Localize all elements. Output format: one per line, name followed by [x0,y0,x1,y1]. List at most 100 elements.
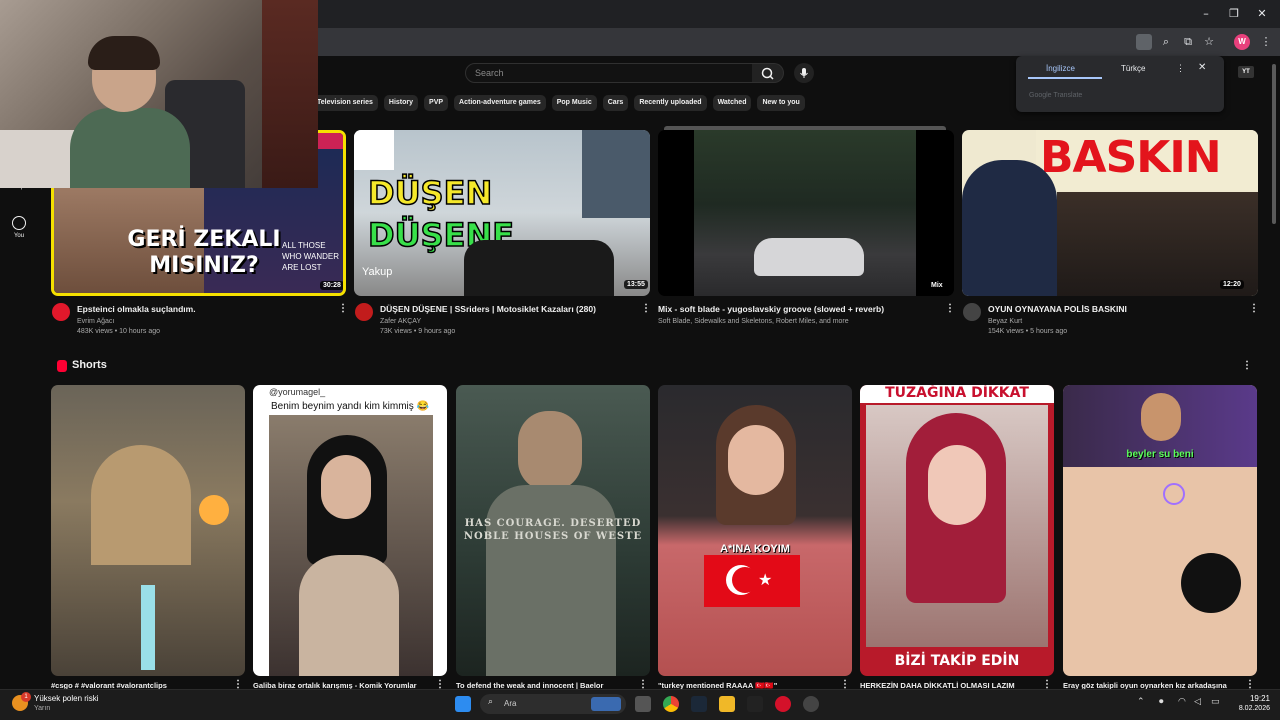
translate-close-icon[interactable]: ✕ [1198,62,1206,73]
face-shape [1141,393,1181,441]
search-button[interactable] [752,63,784,83]
chip-recently-uploaded[interactable]: Recently uploaded [634,95,707,111]
webcam-overlay [0,0,318,188]
eye-tracking-cursor [1163,483,1185,505]
tray-mic-icon[interactable]: ⏺ [1159,697,1164,707]
chip-new-to-you[interactable]: New to you [757,95,805,111]
police-officer [962,160,1057,296]
video-menu-icon[interactable]: ⋮ [641,303,651,314]
turkish-flag: ★ [704,555,800,607]
weather-title[interactable]: Yüksek polen riski [34,694,98,703]
short-thumbnail[interactable]: beyler su beni [1063,385,1257,676]
browser-menu-icon[interactable]: ⋮ [1258,34,1274,50]
scrollbar-thumb[interactable] [1272,64,1276,224]
chip-watched[interactable]: Watched [712,95,752,111]
channel-avatar[interactable] [963,303,981,321]
search-input[interactable]: Search [465,63,753,83]
video-menu-icon[interactable]: ⋮ [945,303,955,314]
clock-time[interactable]: 19:21 [1236,694,1270,703]
task-view-icon[interactable] [635,696,651,712]
clock-date[interactable]: 8.02.2026 [1228,705,1270,712]
short-thumbnail[interactable]: TUZAĞINA DİKKAT BİZİ TAKİP EDİN [860,385,1054,676]
channel-avatar[interactable] [52,303,70,321]
video-meta: 483K views • 10 hours ago [77,328,161,335]
short-thumbnail[interactable]: A*INA KOYIM ★ [658,385,852,676]
video-title[interactable]: DÜŞEN DÜŞENE | SSriders | Motosiklet Kaz… [380,304,596,314]
close-window-icon[interactable]: ✕ [1254,6,1270,22]
face-shape [518,411,582,491]
thumbnail-subtext: ALL THOSE WHO WANDER ARE LOST [282,241,340,272]
voice-search-button[interactable] [794,63,814,83]
channel-name[interactable]: Beyaz Kurt [988,318,1022,325]
video-thumbnail[interactable]: BASKIN 12:20 [962,130,1258,296]
thumbnail-headline-1: DÜŞEN [367,173,493,213]
translate-target-language-tab[interactable]: Türkçe [1121,64,1145,73]
video-menu-icon[interactable]: ⋮ [1249,303,1259,314]
chip-pop-music[interactable]: Pop Music [551,95,597,111]
person-shirt [70,108,190,188]
discord-icon[interactable] [803,696,819,712]
chip-history[interactable]: History [383,95,419,111]
app-icon[interactable] [747,696,763,712]
short-overlay-text: HAS COURAGE. DESERTED NOBLE HOUSES OF WE… [463,518,643,542]
chip-cars[interactable]: Cars [602,95,629,111]
opera-icon[interactable] [775,696,791,712]
maximize-icon[interactable]: ❐ [1226,6,1242,22]
chip-action-adventure[interactable]: Action-adventure games [454,95,546,111]
channel-name[interactable]: Zafer AKÇAY [380,318,421,325]
door [262,0,318,188]
translate-icon[interactable] [1136,34,1152,50]
motorcycle-dash [464,240,614,296]
video-title[interactable]: Mix - soft blade - yugoslavskiy groove (… [658,304,884,314]
archway [91,445,191,565]
video-title[interactable]: Epsteinci olmakla suçlandım. [77,304,196,314]
video-thumbnail[interactable]: Mix [658,130,954,296]
face-shape [728,425,784,495]
weather-badge: 1 [21,692,31,702]
muzzle-flash [199,495,229,525]
shorts-menu-icon[interactable]: ⋮ [1242,360,1252,371]
start-menu-icon[interactable] [455,696,471,712]
armor-shape [486,485,616,676]
face-shape [321,455,371,519]
thumbnail-headline: BASKIN [1040,132,1222,183]
zoom-icon[interactable]: ⌕ [1158,34,1174,50]
video-menu-icon[interactable]: ⋮ [338,303,348,314]
channel-name[interactable]: Evrim Ağacı [77,318,114,325]
search-highlight-icon[interactable] [591,697,621,711]
chip-television-series[interactable]: Television series [312,95,378,111]
chip-pvp[interactable]: PVP [424,95,449,111]
volume-icon[interactable]: ◁ [1194,697,1201,707]
steam-icon[interactable] [691,696,707,712]
sidebar-item-you[interactable]: You [0,216,38,239]
profile-avatar[interactable]: W [1234,34,1250,50]
channel-name[interactable]: Soft Blade, Sidewalks and Skeletons, Rob… [658,318,849,325]
taskbar-search-label: Ara [504,699,517,708]
translate-source-language-tab[interactable]: İngilizce [1046,64,1075,73]
battery-icon[interactable]: ▭ [1211,697,1220,707]
translate-menu-icon[interactable]: ⋮ [1176,63,1185,74]
minimize-icon[interactable]: – [1198,6,1214,22]
short-thumbnail[interactable]: @yorumagel_ Benim beynim yandı kim kimmi… [253,385,447,676]
install-icon[interactable]: ⧉ [1180,34,1196,50]
channel-avatar[interactable] [355,303,373,321]
short-thumbnail[interactable]: HAS COURAGE. DESERTED NOBLE HOUSES OF WE… [456,385,650,676]
wifi-icon[interactable]: ◠ [1178,697,1186,707]
active-tab-indicator [1028,77,1102,79]
translate-brand: Google Translate [1029,92,1083,99]
video-title[interactable]: OYUN OYNAYANA POLİS BASKINI [988,304,1127,314]
duration-badge: 13:55 [624,280,648,289]
short-overlay-text: A*INA KOYIM [720,543,790,555]
top-shape [299,555,399,676]
duration-badge: 30:28 [320,281,343,290]
chrome-icon[interactable] [663,696,679,712]
shorts-section-title: Shorts [72,359,107,371]
extension-icon[interactable]: YT [1238,66,1254,78]
short-thumbnail[interactable] [51,385,245,676]
file-explorer-icon[interactable] [719,696,735,712]
video-thumbnail[interactable]: DÜŞEN DÜŞENE Yakup 13:55 [354,130,650,296]
mix-badge: Mix [928,281,946,290]
tray-chevron-icon[interactable]: ⌃ [1137,697,1145,707]
bookmark-star-icon[interactable]: ☆ [1201,34,1217,50]
short-overlay-text: beyler su beni [1126,449,1194,460]
